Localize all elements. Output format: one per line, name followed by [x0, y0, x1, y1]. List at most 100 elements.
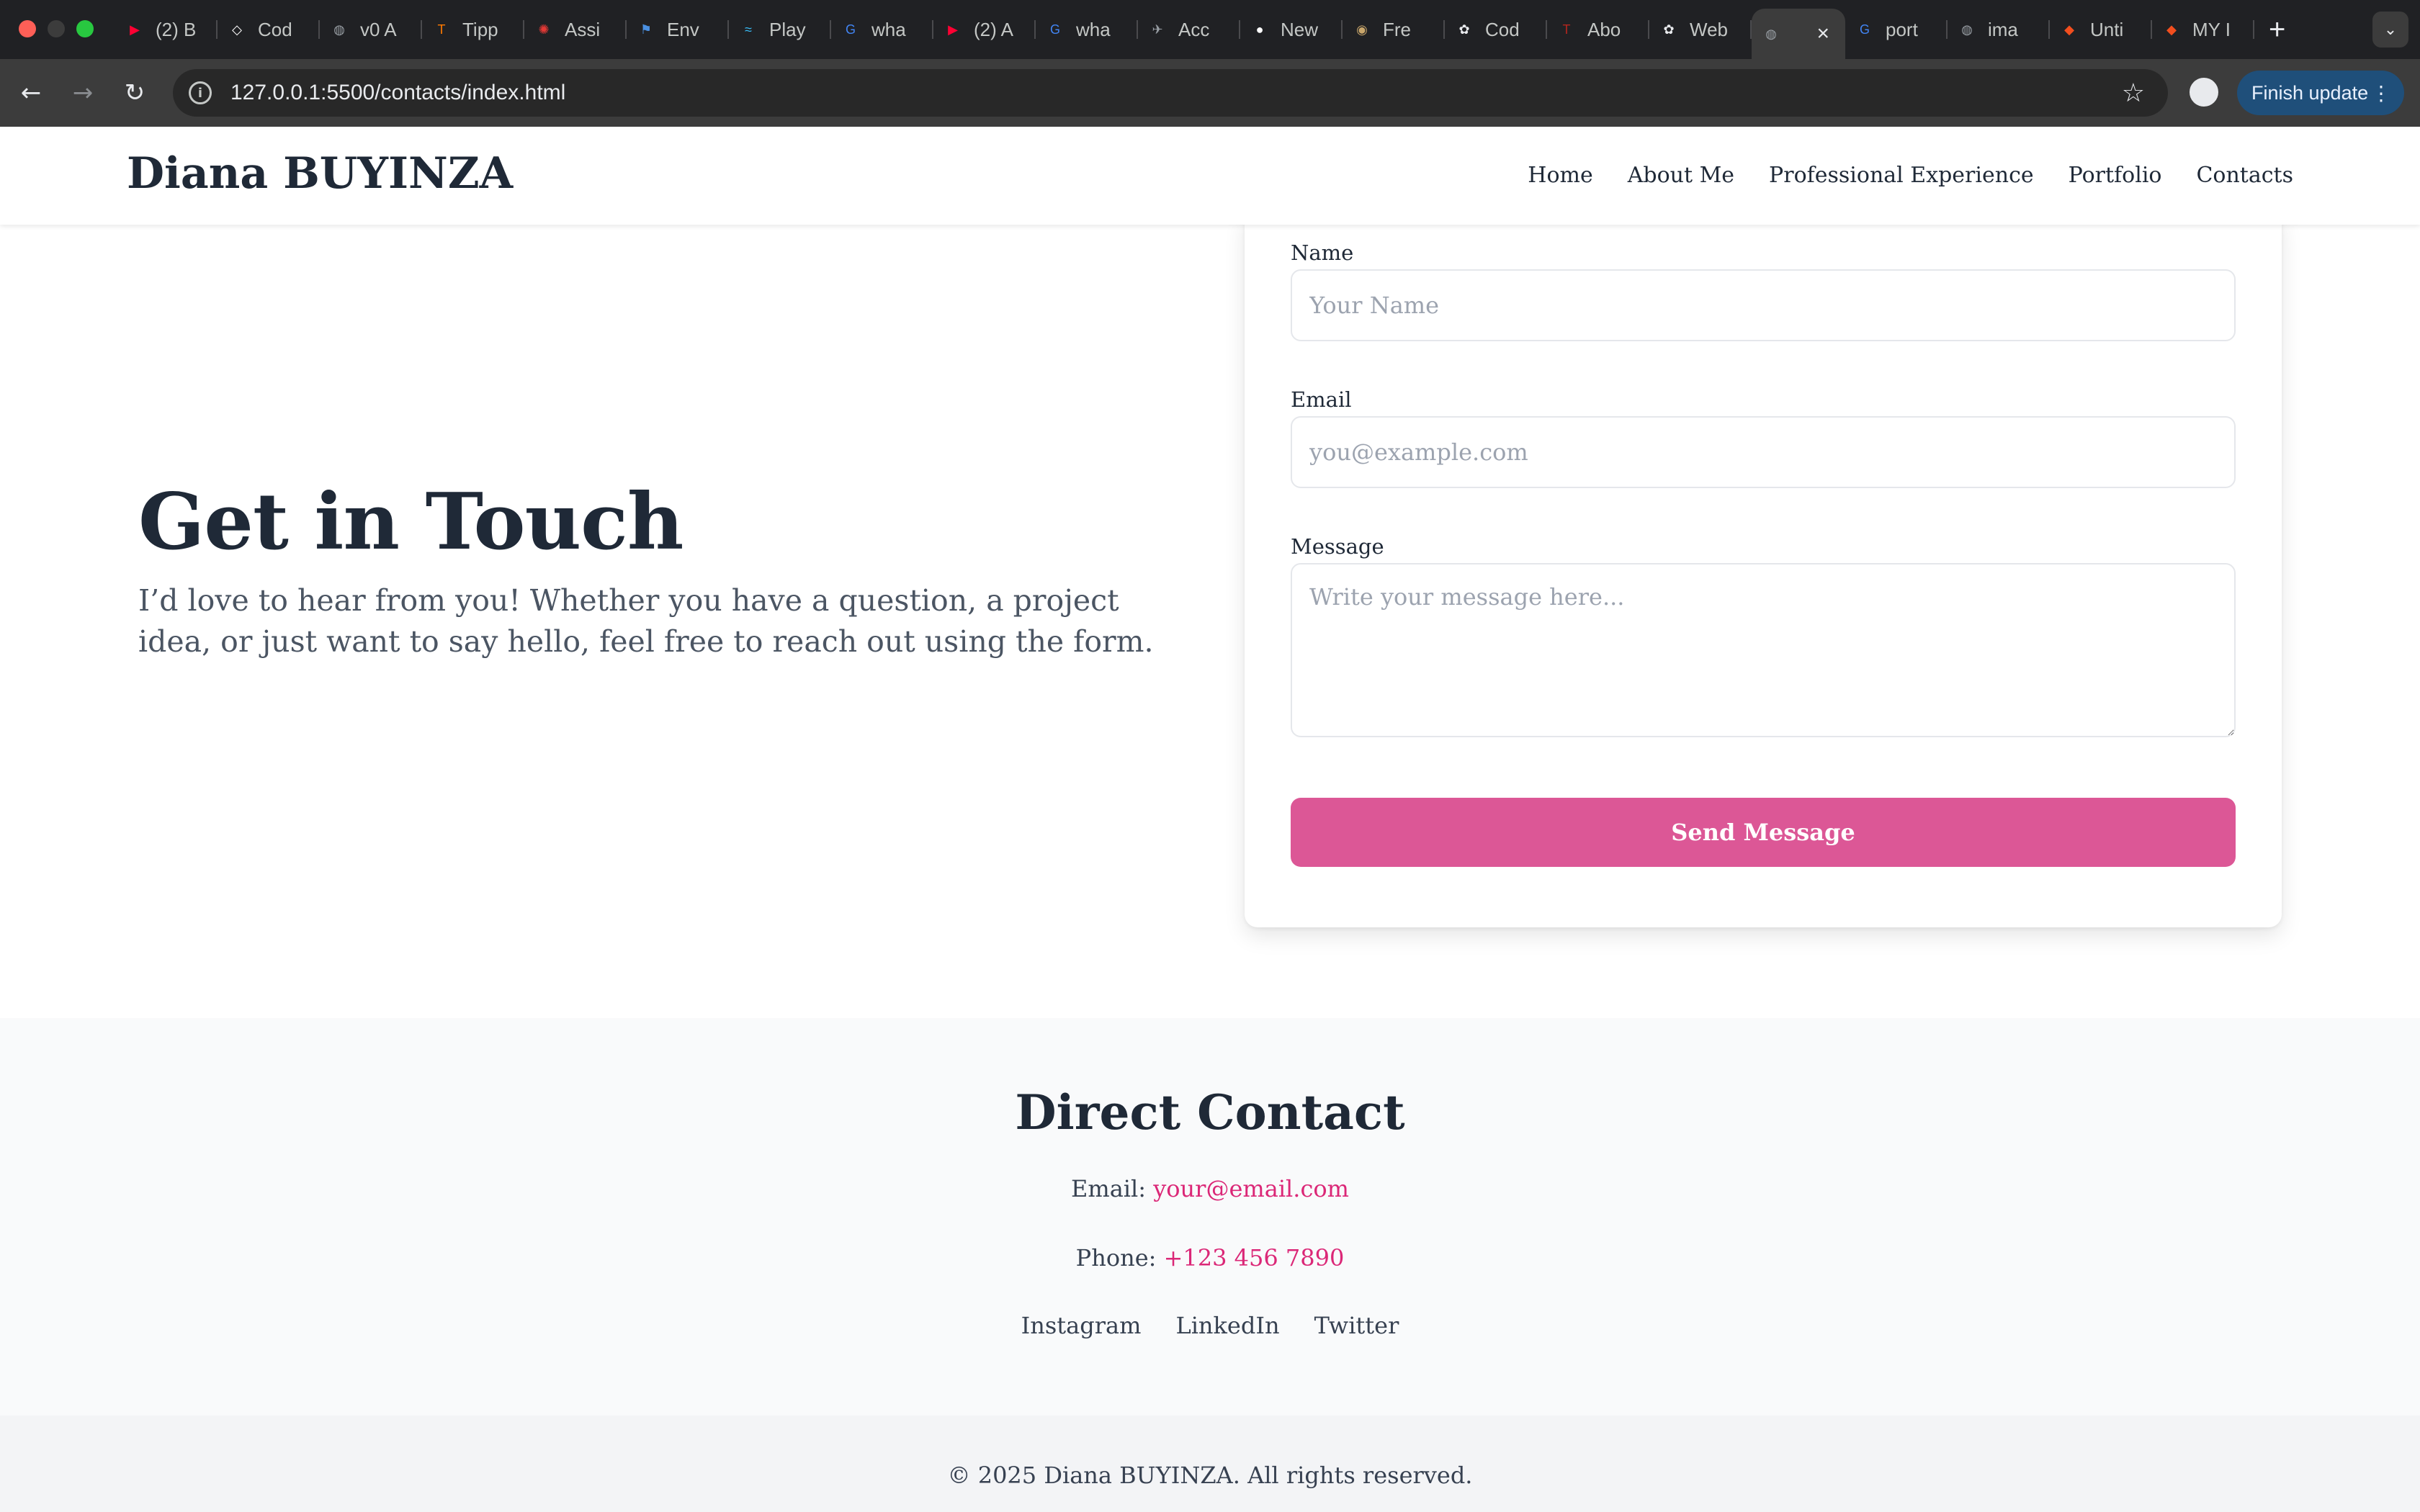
back-arrow-icon[interactable]: ← [14, 76, 48, 109]
codepen-icon: ◇ [232, 22, 242, 37]
figma-icon: ◆ [2064, 22, 2074, 37]
contact-form: Name Email Message Send Message [1245, 210, 2282, 927]
browser-tab[interactable]: ◆ MY I [2152, 0, 2254, 59]
minimize-window-button[interactable] [48, 20, 65, 37]
browser-tab-label: (2) A [974, 18, 1013, 40]
browser-tab[interactable]: ⚑ Env [627, 0, 729, 59]
openai-icon: ✿ [1663, 22, 1675, 37]
browser-tab[interactable]: ◍ ima [1948, 0, 2050, 59]
browser-tab[interactable]: ≈ Play [729, 0, 831, 59]
site-brand[interactable]: Diana BUYINZA [127, 148, 513, 199]
phone-line: Phone: +123 456 7890 [0, 1244, 2420, 1272]
browser-tab[interactable]: ◆ Unti [2050, 0, 2152, 59]
intro-text: I’d love to hear from you! Whether you h… [138, 583, 1154, 659]
send-message-button[interactable]: Send Message [1291, 798, 2236, 867]
browser-tab-label: Abo [1587, 18, 1621, 40]
plane-icon: ✈ [1152, 22, 1163, 37]
browser-tab[interactable]: ✿ Web [1649, 0, 1752, 59]
browser-tab-label: wha [1076, 18, 1111, 40]
tailwind-icon: ≈ [745, 22, 752, 37]
browser-tab-label: New [1281, 18, 1319, 40]
more-vertical-icon[interactable]: ⋮ [2371, 81, 2391, 105]
tab-search-chevron-icon[interactable]: ⌄ [2372, 12, 2408, 48]
message-textarea[interactable] [1291, 563, 2236, 737]
browser-tab-label: Unti [2090, 18, 2124, 40]
profile-avatar-icon[interactable] [2187, 75, 2221, 109]
finish-update-button[interactable]: Finish update ⋮ [2237, 71, 2404, 115]
browser-tab[interactable]: ▶ (2) B [115, 0, 218, 59]
nav-link-portfolio[interactable]: Portfolio [2069, 163, 2162, 188]
social-links: Instagram LinkedIn Twitter [0, 1312, 2420, 1339]
linkedin-link[interactable]: LinkedIn [1175, 1312, 1279, 1339]
browser-tab-active[interactable]: ◍ × [1752, 9, 1845, 59]
tab-strip: ▶ (2) B ◇ Cod ◍ v0 A T Tipp ✺ Assi ⚑ Env ≈ Play Gwha ▶ (… [115, 0, 2285, 59]
phone-link[interactable]: +123 456 7890 [1164, 1244, 1345, 1272]
email-line-label: Email: [1071, 1175, 1147, 1202]
browser-tab[interactable]: Gwha [1036, 0, 1138, 59]
globe-icon: ◍ [333, 22, 345, 37]
close-window-button[interactable] [19, 20, 36, 37]
copyright-text: © 2025 Diana BUYINZA. All rights reserve… [947, 1462, 1473, 1489]
name-label: Name [1291, 240, 1354, 265]
assistant-icon: ✺ [538, 22, 550, 37]
browser-tab[interactable]: ✈ Acc [1138, 0, 1240, 59]
bookmark-star-icon[interactable]: ☆ [2122, 78, 2145, 108]
browser-tab[interactable]: ◉ Fre [1343, 0, 1445, 59]
browser-tab[interactable]: ✺ Assi [524, 0, 627, 59]
youtube-icon: ▶ [948, 22, 958, 37]
new-tab-plus-icon[interactable]: + [2269, 14, 2285, 46]
globe-icon: ◍ [1961, 22, 1973, 37]
main-nav: Home About Me Professional Experience Po… [1528, 163, 2293, 188]
browser-tab-bar: ▶ (2) B ◇ Cod ◍ v0 A T Tipp ✺ Assi ⚑ Env ≈ Play Gwha ▶ (… [0, 0, 2420, 59]
browser-tab[interactable]: ◇ Cod [218, 0, 320, 59]
address-bar[interactable]: i 127.0.0.1:5500/contacts/index.html ☆ [173, 69, 2168, 117]
browser-tab-label: Fre [1383, 18, 1411, 40]
direct-contact-title: Direct Contact [1015, 1084, 1405, 1140]
tippy-icon: T [437, 22, 446, 37]
browser-tab[interactable]: Gwha [831, 0, 933, 59]
globe-icon: ◍ [1765, 26, 1777, 41]
youtube-icon: ▶ [130, 22, 140, 37]
email-input[interactable] [1291, 416, 2236, 488]
phone-line-label: Phone: [1075, 1244, 1157, 1272]
maximize-window-button[interactable] [76, 20, 94, 37]
message-label: Message [1291, 534, 1384, 559]
browser-tab-label: MY I [2192, 18, 2231, 40]
page-title: Get in Touch [138, 477, 684, 567]
email-link[interactable]: your@email.com [1153, 1175, 1349, 1202]
browser-tab[interactable]: T Tipp [422, 0, 524, 59]
browser-tab[interactable]: ✿ Cod [1445, 0, 1547, 59]
instagram-link[interactable]: Instagram [1021, 1312, 1142, 1339]
openai-icon: ✿ [1458, 22, 1470, 37]
browser-tab[interactable]: T Abo [1547, 0, 1649, 59]
freecodecamp-icon: ◉ [1356, 22, 1368, 37]
google-icon: G [845, 22, 856, 37]
google-icon: G [1049, 22, 1060, 37]
nav-link-about-me[interactable]: About Me [1628, 163, 1734, 188]
nav-link-contacts[interactable]: Contacts [2196, 163, 2293, 188]
nav-link-home[interactable]: Home [1528, 163, 1592, 188]
browser-tab-label: Env [667, 18, 699, 40]
browser-tab[interactable]: ◍ v0 A [320, 0, 422, 59]
browser-tab-label: ima [1988, 18, 2018, 40]
browser-tab[interactable]: Gport [1845, 0, 1948, 59]
forward-arrow-icon[interactable]: → [66, 76, 99, 109]
nav-link-professional-experience[interactable]: Professional Experience [1769, 163, 2034, 188]
browser-tab-label: Acc [1178, 18, 1210, 40]
url-text[interactable]: 127.0.0.1:5500/contacts/index.html [230, 81, 565, 105]
browser-toolbar: ← → ↻ i 127.0.0.1:5500/contacts/index.ht… [0, 59, 2420, 127]
browser-tab-label: port [1886, 18, 1918, 40]
name-input[interactable] [1291, 269, 2236, 341]
close-tab-icon[interactable]: × [1816, 22, 1829, 46]
browser-tab-label: Cod [258, 18, 292, 40]
twitter-link[interactable]: Twitter [1314, 1312, 1399, 1339]
browser-tab-label: Web [1690, 18, 1728, 40]
email-label: Email [1291, 387, 1352, 412]
reload-icon[interactable]: ↻ [118, 76, 151, 109]
browser-tab-label: Play [769, 18, 806, 40]
browser-tab[interactable]: ▶ (2) A [933, 0, 1036, 59]
site-info-icon[interactable]: i [189, 81, 212, 104]
direct-contact-section: Direct Contact Email: your@email.com Pho… [0, 1018, 2420, 1416]
email-line: Email: your@email.com [0, 1175, 2420, 1202]
browser-tab[interactable]: ● New [1240, 0, 1343, 59]
